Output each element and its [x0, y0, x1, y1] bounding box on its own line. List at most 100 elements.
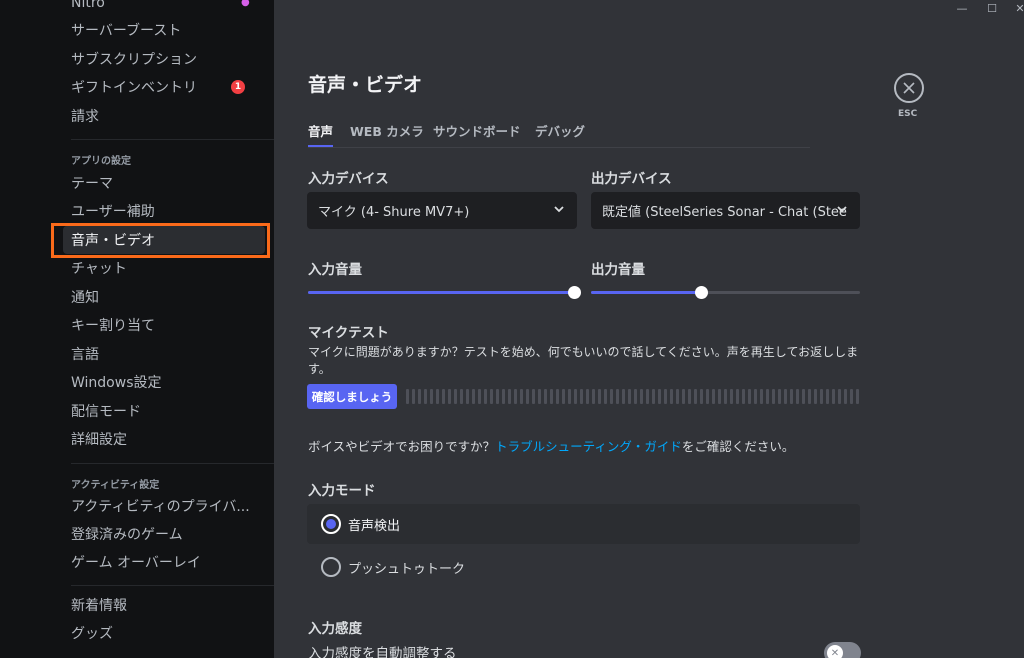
- meter-bar: [832, 389, 835, 404]
- meter-bar: [652, 389, 655, 404]
- output-device-value: 既定値 (SteelSeries Sonar - Chat (Stee: [602, 205, 847, 220]
- chevron-down-icon: [837, 206, 847, 213]
- radio-checked-icon[interactable]: [321, 514, 341, 534]
- tab-webcam[interactable]: WEB カメラ: [350, 121, 424, 147]
- output-device-select[interactable]: 既定値 (SteelSeries Sonar - Chat (Stee: [591, 192, 860, 229]
- close-window-button[interactable]: ✕: [1004, 0, 1024, 16]
- meter-bar: [406, 389, 409, 404]
- meter-bar: [550, 389, 553, 404]
- sidebar-item-label: グッズ: [71, 626, 113, 642]
- page-title: 音声・ビデオ: [308, 74, 423, 96]
- slider-handle[interactable]: [568, 286, 581, 299]
- sidebar-item-label: Windows設定: [71, 375, 162, 391]
- output-volume-slider[interactable]: [591, 286, 860, 299]
- sidebar-item-windows-settings[interactable]: Windows設定: [63, 368, 265, 396]
- meter-bar: [490, 389, 493, 404]
- sidebar-item-whats-new[interactable]: 新着情報: [63, 591, 265, 619]
- meter-bar: [628, 389, 631, 404]
- output-device-label: 出力デバイス: [591, 171, 672, 187]
- meter-bar: [598, 389, 601, 404]
- tab-debug[interactable]: デバッグ: [535, 121, 585, 147]
- radio-label: 音声検出: [348, 518, 401, 534]
- sidebar-item-label: 登録済みのゲーム: [71, 527, 183, 543]
- meter-bar: [520, 389, 523, 404]
- sidebar-item-subscriptions[interactable]: サブスクリプション: [63, 45, 265, 73]
- meter-bar: [532, 389, 535, 404]
- esc-label: ESC: [898, 109, 918, 119]
- mic-test-description: マイクに問題がありますか？テストを始め、何でもいいので話してください。声を再生し…: [308, 345, 859, 376]
- sidebar-item-keybinds[interactable]: キー割り当て: [63, 311, 265, 339]
- sidebar-item-label: サーバーブースト: [71, 23, 182, 39]
- close-icon: [903, 82, 915, 94]
- meter-bar: [544, 389, 547, 404]
- sidebar-item-label: 通知: [71, 290, 99, 306]
- slider-handle[interactable]: [695, 286, 709, 299]
- meter-bar: [856, 389, 859, 404]
- meter-bar: [424, 389, 427, 404]
- meter-bar: [484, 389, 487, 404]
- sidebar-item-server-boost[interactable]: サーバーブースト: [63, 16, 265, 44]
- meter-bar: [730, 389, 733, 404]
- meter-bar: [442, 389, 445, 404]
- meter-bar: [514, 389, 517, 404]
- meter-bar: [820, 389, 823, 404]
- sidebar-item-theme[interactable]: テーマ: [63, 169, 265, 197]
- meter-bar: [610, 389, 613, 404]
- meter-bar: [586, 389, 589, 404]
- meter-bar: [508, 389, 511, 404]
- meter-bar: [604, 389, 607, 404]
- annotation-highlight-box: [51, 223, 270, 258]
- settings-sidebar: Nitro ● サーバーブースト サブスクリプション ギフトインベントリ 1 請…: [0, 0, 274, 658]
- nitro-icon: ●: [241, 0, 250, 8]
- close-settings-button[interactable]: [894, 73, 924, 103]
- meter-bar: [790, 389, 793, 404]
- mic-test-button[interactable]: 確認しましょう: [307, 384, 397, 409]
- meter-bar: [574, 389, 577, 404]
- sidebar-item-merch[interactable]: グッズ: [63, 619, 265, 647]
- sidebar-divider: [71, 463, 274, 464]
- sidebar-item-billing[interactable]: 請求: [63, 102, 265, 130]
- meter-bar: [760, 389, 763, 404]
- meter-bar: [778, 389, 781, 404]
- troubleshoot-prefix: ボイスやビデオでお困りですか？: [308, 439, 496, 454]
- sidebar-item-chat[interactable]: チャット: [63, 254, 265, 282]
- sidebar-item-advanced[interactable]: 詳細設定: [63, 425, 265, 453]
- sidebar-item-label: 新着情報: [71, 598, 127, 614]
- sidebar-item-language[interactable]: 言語: [63, 340, 265, 368]
- sidebar-item-accessibility[interactable]: ユーザー補助: [63, 197, 265, 225]
- sidebar-item-notifications[interactable]: 通知: [63, 283, 265, 311]
- troubleshoot-guide-link[interactable]: トラブルシューティング・ガイド: [495, 439, 682, 454]
- meter-bar: [670, 389, 673, 404]
- meter-bar: [688, 389, 691, 404]
- sidebar-item-game-overlay[interactable]: ゲーム オーバーレイ: [63, 548, 265, 576]
- sidebar-item-label: テーマ: [71, 176, 113, 192]
- sidebar-item-nitro[interactable]: Nitro: [63, 0, 265, 17]
- sidebar-item-streamer-mode[interactable]: 配信モード: [63, 397, 265, 425]
- meter-bar: [580, 389, 583, 404]
- input-mode-voice-activity[interactable]: 音声検出: [307, 504, 860, 544]
- meter-bar: [844, 389, 847, 404]
- sidebar-item-label: サブスクリプション: [71, 52, 197, 68]
- radio-unchecked-icon[interactable]: [321, 557, 341, 577]
- minimize-button[interactable]: —: [946, 0, 978, 16]
- meter-bar: [748, 389, 751, 404]
- input-device-select[interactable]: マイク (4- Shure MV7+): [307, 192, 577, 229]
- meter-bar: [466, 389, 469, 404]
- tab-soundboard[interactable]: サウンドボード: [433, 121, 521, 147]
- tab-voice[interactable]: 音声: [308, 121, 334, 147]
- sidebar-item-gift-inventory[interactable]: ギフトインベントリ 1: [63, 73, 265, 101]
- input-volume-slider[interactable]: [308, 286, 581, 299]
- sidebar-item-registered-games[interactable]: 登録済みのゲーム: [63, 520, 265, 548]
- meter-bar: [814, 389, 817, 404]
- input-sensitivity-label: 入力感度: [308, 621, 362, 637]
- meter-bar: [418, 389, 421, 404]
- input-mode-push-to-talk[interactable]: プッシュトゥトーク: [307, 547, 860, 587]
- tabs-divider: [308, 147, 810, 148]
- input-device-value: マイク (4- Shure MV7+): [318, 205, 470, 220]
- auto-sensitivity-toggle[interactable]: ✕: [824, 642, 861, 658]
- sidebar-item-activity-privacy[interactable]: アクティビティのプライバ...: [63, 492, 265, 520]
- sidebar-divider: [71, 585, 274, 586]
- meter-bar: [592, 389, 595, 404]
- meter-bar: [622, 389, 625, 404]
- meter-bar: [448, 389, 451, 404]
